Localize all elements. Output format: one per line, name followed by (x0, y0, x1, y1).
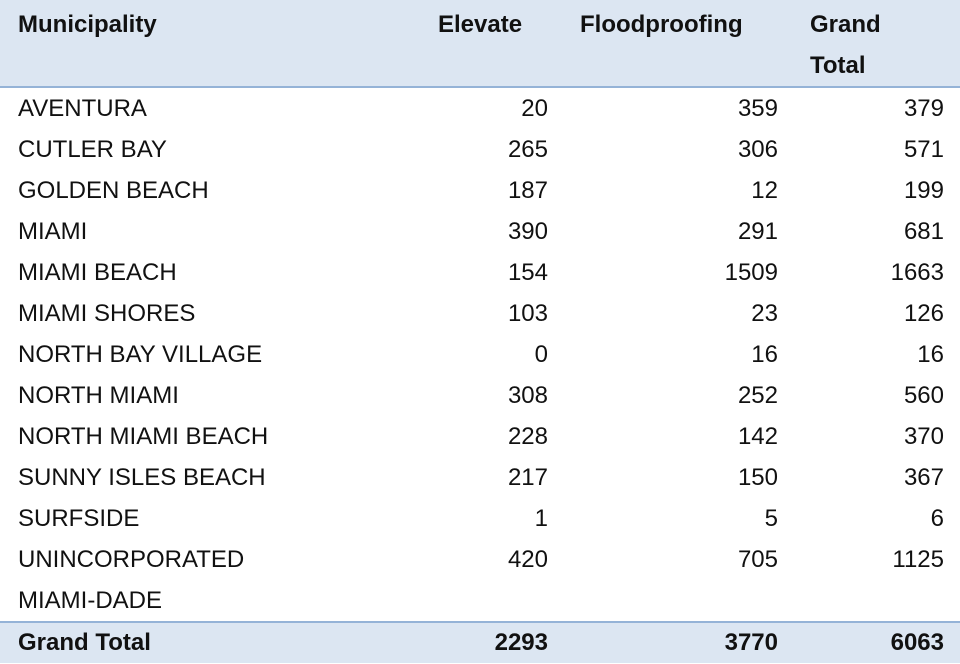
header-row: Municipality Elevate Floodproofing Grand… (0, 0, 960, 88)
elevate-cell: 265 (507, 136, 548, 163)
grand-total-cell: 571 (903, 136, 944, 163)
floodproofing-cell: 291 (737, 218, 778, 245)
header-floodproofing[interactable]: Floodproofing (560, 0, 790, 88)
floodproofing-cell: 16 (751, 341, 778, 368)
table-row: SURFSIDE 1 5 6 (0, 498, 960, 539)
elevate-cell: 390 (507, 218, 548, 245)
table-row: NORTH MIAMI 308 252 560 (0, 375, 960, 416)
grand-total-cell: 1125 (892, 546, 944, 573)
grand-total-total: 6063 (790, 621, 960, 663)
grand-total-cell: 370 (903, 423, 944, 450)
municipality-cell: MIAMI (18, 218, 88, 245)
elevate-cell: 187 (507, 177, 548, 204)
floodproofing-cell: 23 (751, 300, 778, 327)
table-row: CUTLER BAY 265 306 571 (0, 129, 960, 170)
grand-total-cell: 1663 (890, 259, 944, 286)
elevate-cell: 308 (507, 382, 548, 409)
municipality-cell: NORTH BAY VILLAGE (18, 341, 263, 368)
municipality-cell: CUTLER BAY (18, 136, 167, 163)
floodproofing-cell: 705 (737, 546, 778, 573)
header-municipality[interactable]: Municipality (0, 0, 420, 88)
elevate-cell: 228 (507, 423, 548, 450)
table-row: UNINCORPORATED 420 705 1125 (0, 539, 960, 580)
grand-total-cell: 16 (917, 341, 944, 368)
floodproofing-cell: 5 (764, 505, 778, 532)
table-row: MIAMI 390 291 681 (0, 211, 960, 252)
table-row: SUNNY ISLES BEACH 217 150 367 (0, 457, 960, 498)
elevate-cell (420, 580, 560, 622)
grand-total-label: Grand Total (0, 621, 420, 663)
grand-total-cell: 6 (930, 505, 944, 532)
municipality-cell: SURFSIDE (18, 505, 140, 532)
floodproofing-cell: 12 (751, 177, 778, 204)
floodproofing-cell: 150 (737, 464, 778, 491)
floodproofing-cell: 252 (737, 382, 778, 409)
grand-total-cell: 681 (903, 218, 944, 245)
grand-total-cell: 560 (903, 382, 944, 409)
municipality-cell: UNINCORPORATED (18, 546, 245, 573)
grand-total-cell: 367 (903, 464, 944, 491)
municipality-cell: MIAMI BEACH (18, 259, 177, 286)
header-elevate[interactable]: Elevate (420, 0, 560, 88)
elevate-cell: 154 (507, 259, 548, 286)
grand-total-cell: 379 (903, 95, 944, 122)
floodproofing-cell: 359 (737, 95, 778, 122)
table-row: MIAMI SHORES 103 23 126 (0, 293, 960, 334)
floodproofing-cell: 142 (737, 423, 778, 450)
grand-total-elevate: 2293 (420, 621, 560, 663)
elevate-cell: 1 (534, 505, 548, 532)
table-row: GOLDEN BEACH 187 12 199 (0, 170, 960, 211)
municipality-cell: SUNNY ISLES BEACH (18, 464, 266, 491)
grand-total-cell (790, 580, 960, 622)
table-row: AVENTURA 20 359 379 (0, 87, 960, 129)
grand-total-cell: 199 (903, 177, 944, 204)
table-row: NORTH BAY VILLAGE 0 16 16 (0, 334, 960, 375)
floodproofing-cell: 1509 (724, 259, 778, 286)
header-grand-total-line1: Grand (810, 11, 881, 38)
header-grand-total-line2: Total (810, 52, 866, 79)
floodproofing-cell: 306 (737, 136, 778, 163)
floodproofing-cell (560, 580, 790, 622)
table-row: MIAMI-DADE (0, 580, 960, 622)
municipality-cell: MIAMI-DADE (18, 587, 162, 614)
elevate-cell: 0 (534, 341, 548, 368)
elevate-cell: 20 (521, 95, 548, 122)
municipality-cell: AVENTURA (18, 95, 147, 122)
municipality-cell: NORTH MIAMI (18, 382, 179, 409)
municipality-cell: MIAMI SHORES (18, 300, 196, 327)
table-row: NORTH MIAMI BEACH 228 142 370 (0, 416, 960, 457)
grand-total-floodproofing: 3770 (560, 621, 790, 663)
elevate-cell: 103 (507, 300, 548, 327)
header-grand-total[interactable]: Grand Total (790, 0, 960, 88)
municipality-cell: NORTH MIAMI BEACH (18, 423, 269, 450)
elevate-cell: 217 (507, 464, 548, 491)
table-row: MIAMI BEACH 154 1509 1663 (0, 252, 960, 293)
grand-total-cell: 126 (903, 300, 944, 327)
municipality-pivot-table: Municipality Elevate Floodproofing Grand… (0, 0, 960, 663)
grand-total-row: Grand Total 2293 3770 6063 (0, 621, 960, 663)
municipality-cell: GOLDEN BEACH (18, 177, 209, 204)
elevate-cell: 420 (507, 546, 548, 573)
